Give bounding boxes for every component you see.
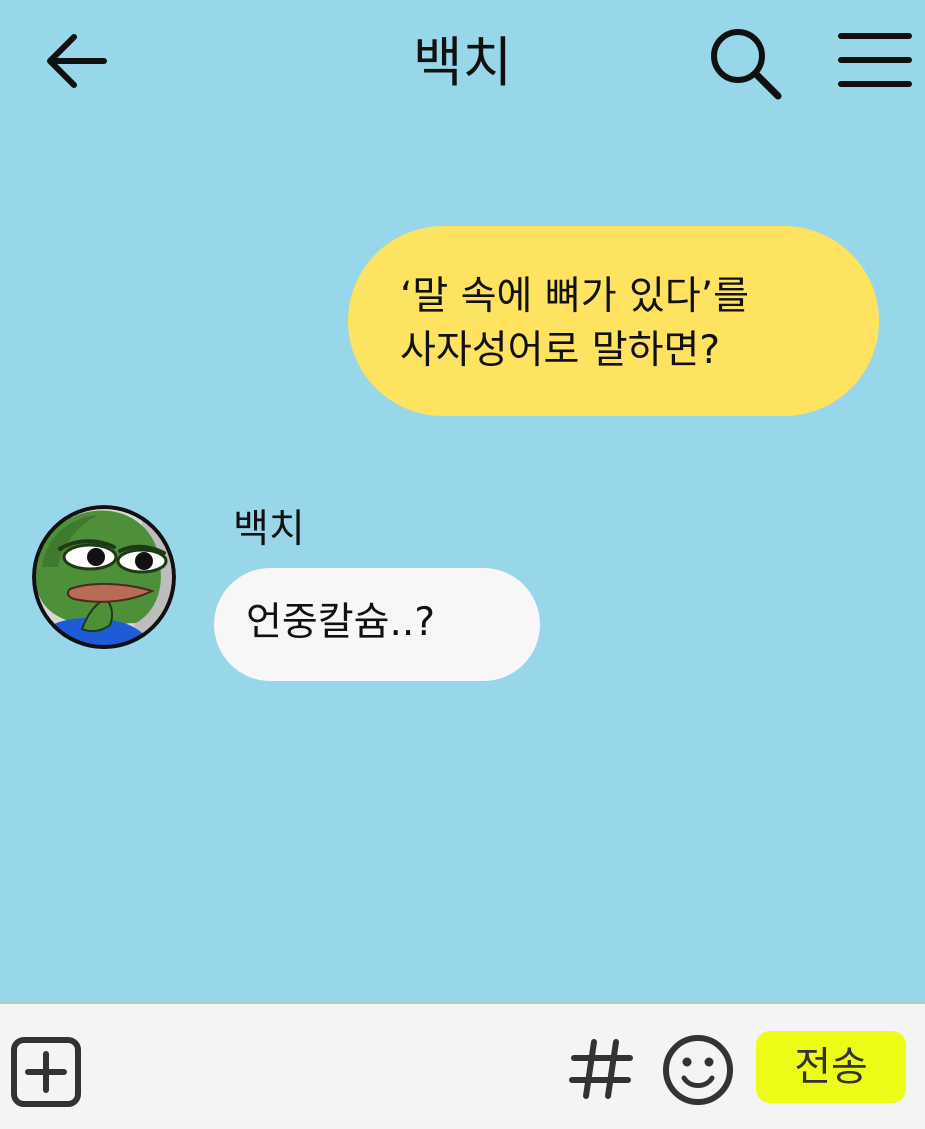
frog-avatar-icon bbox=[32, 505, 176, 649]
plus-square-icon bbox=[11, 1037, 81, 1107]
avatar[interactable] bbox=[32, 505, 176, 649]
send-button[interactable]: 전송 bbox=[756, 1031, 906, 1103]
my-message-bubble[interactable]: ‘말 속에 뼈가 있다’를 사자성어로 말하면? bbox=[348, 226, 879, 416]
menu-button[interactable] bbox=[835, 28, 915, 92]
sender-name: 백치 bbox=[233, 507, 305, 552]
search-icon bbox=[711, 29, 782, 100]
emoji-button[interactable] bbox=[660, 1032, 736, 1108]
message-composer: 전송 bbox=[0, 1001, 925, 1129]
other-message-bubble[interactable]: 언중칼슘..? bbox=[214, 568, 540, 681]
smiley-icon bbox=[663, 1035, 733, 1105]
hash-icon bbox=[569, 1039, 633, 1099]
attach-button[interactable] bbox=[10, 1036, 84, 1110]
chat-screen: 백치 ‘말 속에 뼈가 있다’를 사자성어로 말하면? 백치 언중칼슘..? 전… bbox=[0, 0, 925, 1129]
search-button[interactable] bbox=[702, 22, 788, 102]
chat-header: 백치 bbox=[0, 0, 925, 130]
hashtag-button[interactable] bbox=[568, 1036, 634, 1102]
hamburger-menu-icon bbox=[838, 33, 912, 87]
